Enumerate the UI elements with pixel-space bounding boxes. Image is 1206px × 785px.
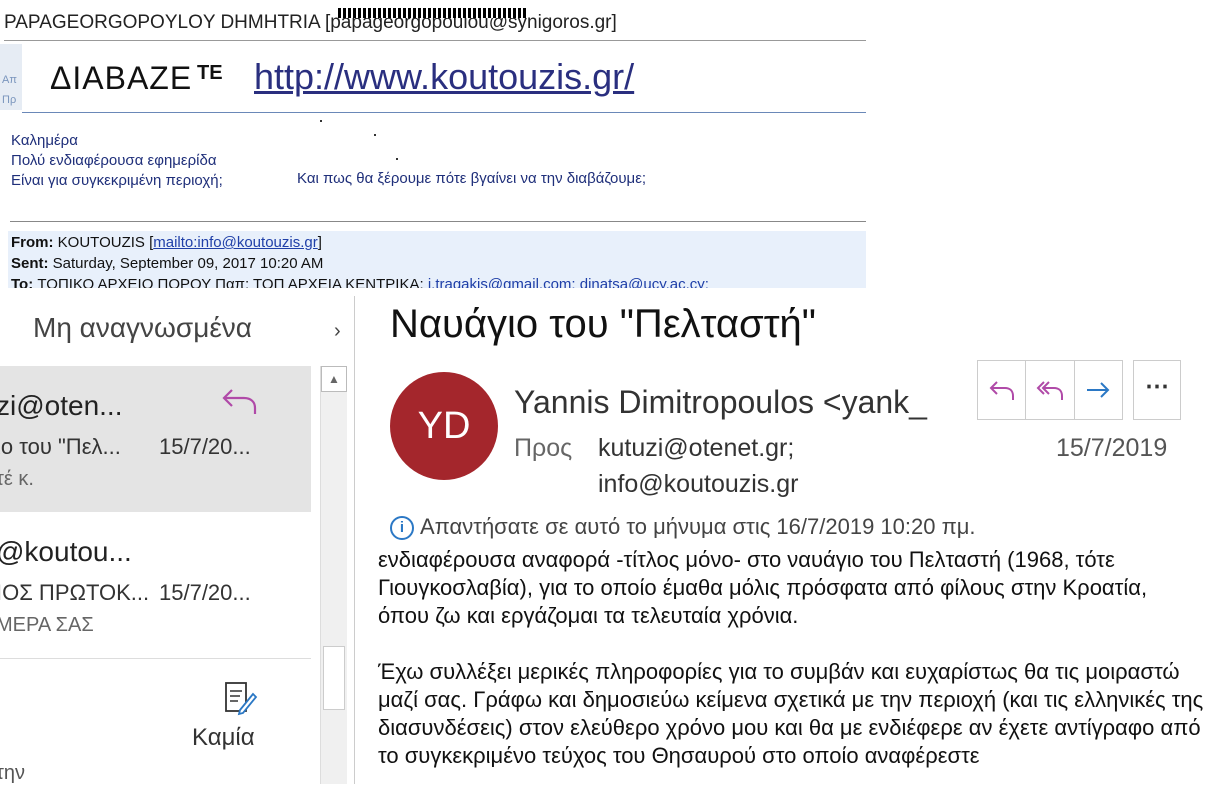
reply-button[interactable]	[978, 361, 1027, 419]
message-body-paragraph: ενδιαφέρουσα αναφορά -τίτλος μόνο- στο ν…	[378, 547, 1148, 628]
from-value: KOUTOUZIS [	[57, 234, 154, 251]
to-header: To: ΤΟΠΙΚΟ ΑΡΧΕΙΟ ΠΟΡΟΥ Παπ; ΤΟΠ ΑΡΧΕΙΑ …	[11, 276, 709, 288]
list-item-preview: ΜΕΡΑ ΣΑΣ	[0, 614, 94, 636]
list-item-sender: @koutou...	[0, 536, 132, 567]
compose-note-icon[interactable]	[222, 680, 258, 716]
reply-icon	[989, 381, 1014, 400]
message-from[interactable]: Yannis Dimitropoulos <yank_	[514, 384, 927, 421]
divider	[22, 112, 866, 113]
replied-icon	[222, 389, 257, 414]
quoted-email-panel: PAPAGEORGOPOYLOY DHMHTRIA [papageorgopou…	[0, 0, 866, 288]
to-links[interactable]: i.tragakis@gmail.com; dinatsa@ucy.ac.cy;	[428, 276, 709, 288]
newsletter-banner: Απ Πρ ΔΙΑΒΑΖΕ ΤΕ http://www.koutouzis.gr…	[0, 44, 866, 110]
to-label: To:	[11, 276, 34, 288]
reply-all-button[interactable]	[1026, 361, 1075, 419]
list-item-date: 15/7/20...	[159, 434, 251, 459]
list-item-preview: τέ κ.	[0, 468, 34, 490]
message-list: Μη αναγνωσμένα › zi@oten... ιο του "Πελ.…	[0, 296, 352, 784]
pane-divider	[354, 296, 355, 784]
forward-button[interactable]	[1075, 361, 1122, 419]
sent-value: Saturday, September 09, 2017 10:20 AM	[52, 255, 324, 272]
list-item-subject: ΙΟΣ ΠΡΩΤΟΚ...	[0, 580, 150, 605]
scroll-up-button[interactable]: ▲	[321, 366, 347, 392]
more-actions-button[interactable]: ⋯	[1133, 360, 1181, 420]
speck	[396, 158, 398, 160]
banner-side-strip: Απ Πρ	[0, 44, 22, 110]
list-item-sender: zi@oten...	[0, 390, 123, 421]
banner-title-suffix: ΤΕ	[197, 62, 223, 84]
divider	[4, 40, 866, 41]
list-item-subject: ιο του "Πελ...	[0, 434, 121, 459]
reply-info: i Απαντήσατε σε αυτό το μήνυμα στις 16/7/…	[390, 514, 976, 540]
reply-info-text: Απαντήσατε σε αυτό το μήνυμα στις 16/7/2…	[420, 514, 976, 539]
recipient[interactable]: kutuzi@otenet.gr;	[598, 434, 794, 463]
chevron-down-icon[interactable]: ›	[334, 320, 341, 343]
partial-text: την	[0, 762, 26, 784]
message-date: 15/7/2019	[1056, 434, 1168, 462]
divider	[10, 221, 866, 222]
redaction-bar	[338, 8, 528, 18]
scroll-thumb[interactable]	[323, 646, 345, 710]
greeting-line: Πολύ ενδιαφέρουσα εφημερίδα	[11, 152, 217, 169]
greeting-line: Είναι για συγκεκριμένη περιοχή;	[11, 172, 223, 189]
info-icon: i	[390, 516, 414, 540]
list-item-date: 15/7/20...	[159, 580, 251, 605]
from-mailto-link[interactable]: mailto:info@koutouzis.gr	[153, 234, 317, 251]
from-close: ]	[317, 234, 322, 251]
avatar[interactable]: YD	[390, 372, 498, 480]
forward-icon	[1087, 382, 1110, 398]
list-item[interactable]: @koutou... ΙΟΣ ΠΡΩΤΟΚ... 15/7/20... ΜΕΡΑ…	[0, 512, 311, 658]
sent-header: Sent: Saturday, September 09, 2017 10:20…	[11, 255, 323, 272]
recipient[interactable]: info@koutouzis.gr	[598, 470, 798, 499]
sent-label: Sent:	[11, 255, 49, 272]
empty-state-label: Καμία	[192, 724, 255, 751]
list-item[interactable]: zi@oten... ιο του "Πελ... 15/7/20... τέ …	[0, 366, 311, 512]
question-line: Και πως θα ξέρουμε πότε βγαίνει να την δ…	[297, 170, 647, 187]
message-subject: Ναυάγιο του "Πελταστή"	[390, 302, 816, 346]
speck	[320, 120, 322, 122]
to-label: Προς	[514, 434, 573, 462]
message-body-paragraph: Έχω συλλέξει μερικές πληροφορίες για το …	[378, 659, 1204, 768]
list-separator	[0, 658, 311, 659]
banner-side-label: Πρ	[2, 94, 17, 106]
reply-all-icon	[1036, 381, 1063, 400]
greeting-line: Καλημέρα	[11, 132, 78, 149]
website-link[interactable]: http://www.koutouzis.gr/	[254, 56, 634, 98]
message-actions	[977, 360, 1123, 420]
reading-pane: Ναυάγιο του "Πελταστή" YD Yannis Dimitro…	[356, 288, 1206, 784]
from-header: From: KOUTOUZIS [mailto:info@koutouzis.g…	[11, 234, 322, 251]
banner-side-label: Απ	[2, 74, 17, 86]
to-value: ΤΟΠΙΚΟ ΑΡΧΕΙΟ ΠΟΡΟΥ Παπ; ΤΟΠ ΑΡΧΕΙΑ ΚΕΝΤ…	[37, 276, 428, 288]
from-label: From:	[11, 234, 54, 251]
speck	[374, 134, 376, 136]
filter-dropdown[interactable]: Μη αναγνωσμένα	[33, 312, 252, 344]
list-scrollbar[interactable]: ▲	[320, 366, 347, 784]
banner-title: ΔΙΑΒΑΖΕ	[50, 60, 193, 96]
